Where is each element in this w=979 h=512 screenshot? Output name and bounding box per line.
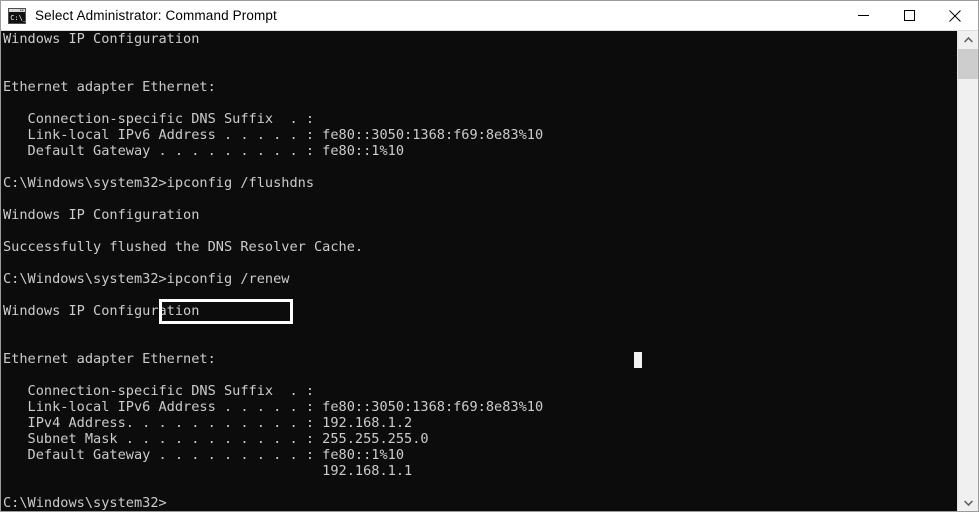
maximize-button[interactable] <box>886 1 932 31</box>
scrollbar-track[interactable] <box>958 79 978 494</box>
console-text: Windows IP Configuration Ethernet adapte… <box>3 31 544 511</box>
command-prompt-icon: C:\_ <box>8 7 28 24</box>
console-output-area[interactable]: Windows IP Configuration Ethernet adapte… <box>1 31 957 511</box>
scrollbar-thumb[interactable] <box>958 49 978 79</box>
vertical-scrollbar[interactable] <box>957 31 978 511</box>
command-prompt-window: C:\_ Select Administrator: Command Promp… <box>0 0 979 512</box>
svg-text:C:\_: C:\_ <box>10 14 26 22</box>
chevron-up-icon <box>963 37 973 43</box>
window-title: Select Administrator: Command Prompt <box>35 8 277 23</box>
titlebar[interactable]: C:\_ Select Administrator: Command Promp… <box>1 1 978 31</box>
window-controls <box>840 1 978 31</box>
text-cursor <box>634 352 642 368</box>
minimize-button[interactable] <box>840 1 886 31</box>
scroll-down-button[interactable] <box>958 494 978 511</box>
close-button[interactable] <box>932 1 978 31</box>
scroll-up-button[interactable] <box>958 31 978 49</box>
chevron-down-icon <box>963 500 973 506</box>
